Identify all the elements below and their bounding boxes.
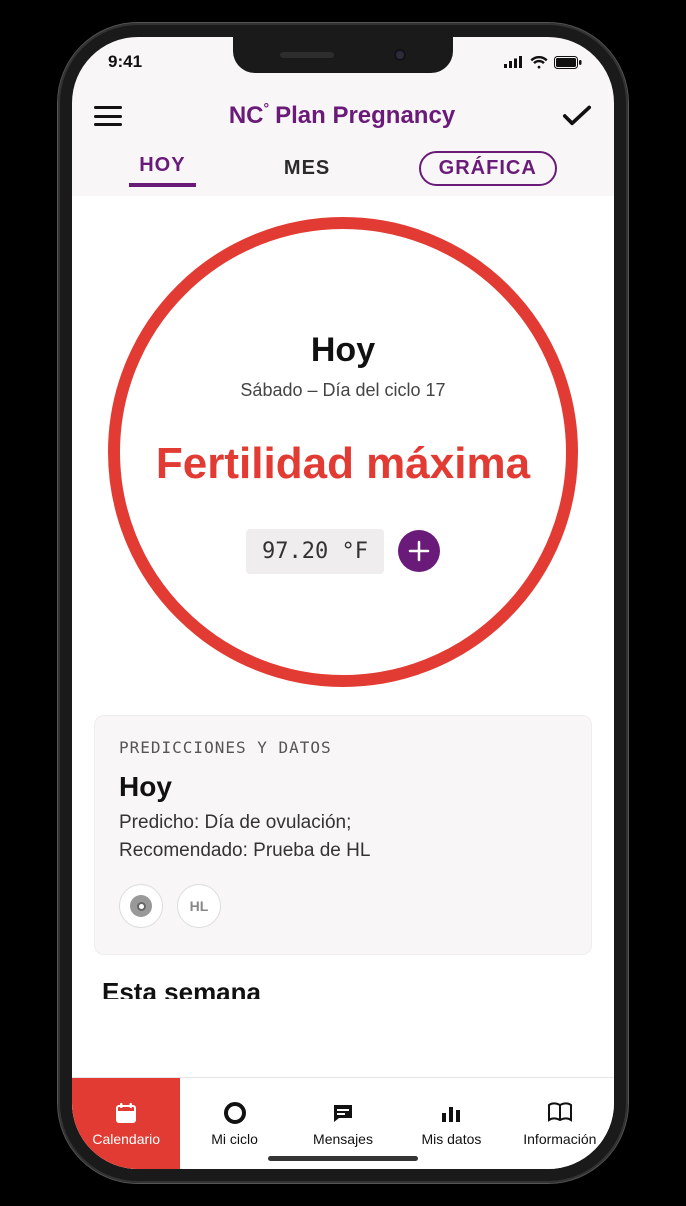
app-header: NC° Plan Pregnancy xyxy=(72,87,614,145)
phone-frame: 9:41 NC° Plan Pregnancy HOY MES GRÁFICA xyxy=(58,23,628,1183)
confirm-icon[interactable] xyxy=(562,105,592,127)
status-time: 9:41 xyxy=(108,52,142,72)
nav-info-label: Información xyxy=(523,1131,596,1147)
nav-calendar-label: Calendario xyxy=(92,1131,160,1147)
nav-info[interactable]: Información xyxy=(506,1078,614,1169)
home-indicator[interactable] xyxy=(268,1156,418,1161)
card-predicted-line: Predicho: Día de ovulación; xyxy=(119,809,567,837)
fertility-circle: Hoy Sábado – Día del ciclo 17 Fertilidad… xyxy=(108,217,578,687)
card-recommended-line: Recomendado: Prueba de HL xyxy=(119,837,567,865)
screen: 9:41 NC° Plan Pregnancy HOY MES GRÁFICA xyxy=(72,37,614,1169)
plus-icon xyxy=(408,540,430,562)
fertility-status: Fertilidad máxima xyxy=(156,439,530,489)
calendar-icon xyxy=(113,1100,139,1126)
circle-subtitle: Sábado – Día del ciclo 17 xyxy=(240,380,445,401)
card-title: Hoy xyxy=(119,771,567,803)
status-indicators xyxy=(504,56,582,69)
menu-button[interactable] xyxy=(94,106,122,126)
view-tabs: HOY MES GRÁFICA xyxy=(72,145,614,199)
wifi-icon xyxy=(530,56,548,69)
tab-today[interactable]: HOY xyxy=(129,150,195,187)
data-icon xyxy=(438,1100,464,1126)
nav-messages-label: Mensajes xyxy=(313,1131,373,1147)
nav-data-label: Mis datos xyxy=(421,1131,481,1147)
nav-calendar[interactable]: Calendario xyxy=(72,1078,180,1169)
battery-icon xyxy=(554,56,582,69)
nav-cycle-label: Mi ciclo xyxy=(211,1131,258,1147)
tab-month[interactable]: MES xyxy=(274,153,340,184)
tab-chart[interactable]: GRÁFICA xyxy=(419,151,557,186)
ovulation-icon xyxy=(130,895,152,917)
cycle-icon xyxy=(222,1100,248,1126)
next-section-preview: Esta semana xyxy=(102,977,584,999)
card-section-label: PREDICCIONES Y DATOS xyxy=(119,738,567,757)
device-notch xyxy=(233,37,453,73)
main-content[interactable]: Hoy Sábado – Día del ciclo 17 Fertilidad… xyxy=(72,199,614,1077)
add-temperature-button[interactable] xyxy=(398,530,440,572)
hl-test-badge[interactable]: HL xyxy=(177,884,221,928)
hl-label: HL xyxy=(190,898,209,914)
messages-icon xyxy=(330,1100,356,1126)
temperature-value[interactable]: 97.20 °F xyxy=(246,529,384,574)
app-title: NC° Plan Pregnancy xyxy=(229,102,455,130)
cellular-icon xyxy=(504,56,524,68)
circle-today-label: Hoy xyxy=(311,331,375,370)
predictions-card: PREDICCIONES Y DATOS Hoy Predicho: Día d… xyxy=(94,715,592,955)
info-icon xyxy=(547,1100,573,1126)
ovulation-badge[interactable] xyxy=(119,884,163,928)
